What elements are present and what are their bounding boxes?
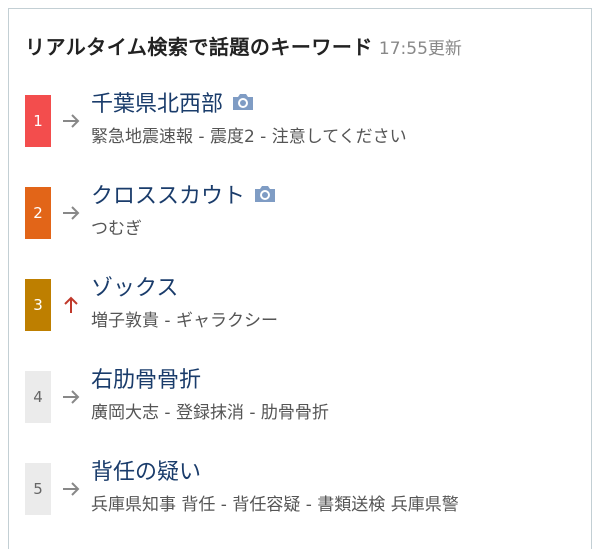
rank-badge: 1 <box>25 95 51 147</box>
arrow-up-icon <box>64 296 78 313</box>
related-words: 緊急地震速報 - 震度2 - 注意してください <box>91 127 407 147</box>
keyword-link[interactable]: 背任の疑い <box>91 454 201 486</box>
keyword-link[interactable]: クロススカウト <box>91 178 277 210</box>
trending-keywords-panel: リアルタイム検索で話題のキーワード 17:55更新 1 千葉県北西部 緊急地震速報… <box>8 8 592 549</box>
keyword-text: 右肋骨骨折 <box>91 368 202 393</box>
keyword-link[interactable]: ゾックス <box>91 270 178 302</box>
keyword-item-1[interactable]: 1 千葉県北西部 緊急地震速報 - 震度2 - 注意してください <box>25 84 585 150</box>
update-time: 17:55更新 <box>378 39 462 59</box>
panel-title: リアルタイム検索で話題のキーワード <box>25 35 373 59</box>
related-words: 廣岡大志 - 登録抹消 - 肋骨骨折 <box>91 403 329 423</box>
keyword-text: 背任の疑い <box>91 460 202 485</box>
keyword-item-3[interactable]: 3 ゾックス 増子敦貴 - ギャラクシー <box>25 268 585 334</box>
rank-badge: 5 <box>25 463 51 515</box>
keyword-text: クロススカウト <box>91 184 246 209</box>
related-words: つむぎ <box>91 219 142 239</box>
keyword-text: 千葉県北西部 <box>91 92 224 117</box>
camera-icon <box>233 94 254 110</box>
related-words: 増子敦貴 - ギャラクシー <box>91 311 278 331</box>
keyword-item-4[interactable]: 4 右肋骨骨折 廣岡大志 - 登録抹消 - 肋骨骨折 <box>25 360 585 426</box>
related-words: 兵庫県知事 背任 - 背任容疑 - 書類送検 兵庫県警 <box>91 495 459 515</box>
keyword-item-2[interactable]: 2 クロススカウト つむぎ <box>25 176 585 242</box>
arrow-right-icon <box>63 390 80 404</box>
arrow-right-icon <box>63 482 80 496</box>
panel-header: リアルタイム検索で話題のキーワード 17:55更新 <box>25 31 462 60</box>
arrow-right-icon <box>63 114 80 128</box>
keyword-item-5[interactable]: 5 背任の疑い 兵庫県知事 背任 - 背任容疑 - 書類送検 兵庫県警 <box>25 452 585 518</box>
camera-icon <box>255 186 276 202</box>
arrow-right-icon <box>63 206 80 220</box>
rank-badge: 2 <box>25 187 51 239</box>
keyword-link[interactable]: 千葉県北西部 <box>91 86 255 118</box>
keyword-text: ゾックス <box>91 276 179 301</box>
rank-badge: 4 <box>25 371 51 423</box>
keyword-link[interactable]: 右肋骨骨折 <box>91 362 201 394</box>
rank-badge: 3 <box>25 279 51 331</box>
